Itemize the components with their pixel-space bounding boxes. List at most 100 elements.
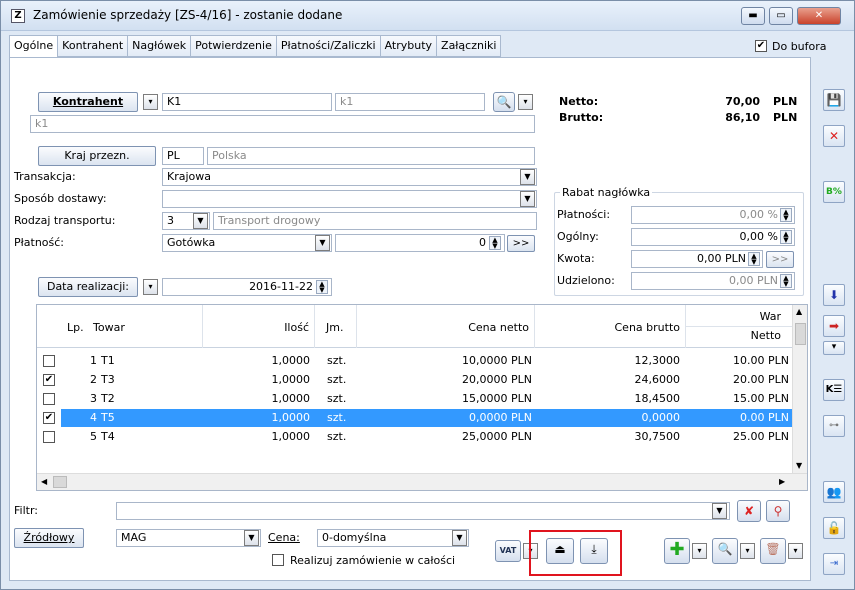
col-lp[interactable]: Lp.	[67, 321, 84, 334]
data-realizacji-menu[interactable]: ▾	[143, 279, 158, 295]
discount-icon[interactable]: B%	[823, 181, 845, 203]
maximize-button[interactable]: ▭	[769, 7, 793, 25]
data-realizacji-field[interactable]: 2016-11-22	[162, 278, 332, 296]
add-icon[interactable]: ✚	[664, 538, 690, 564]
horizontal-scroll-thumb[interactable]	[53, 476, 67, 488]
col-jm[interactable]: Jm.	[326, 321, 343, 334]
data-realizacji-button[interactable]: Data realizacji:	[38, 277, 138, 297]
kontrahent-button[interactable]: Kontrahent	[38, 92, 138, 112]
col-wartosc-netto[interactable]: Netto	[737, 329, 781, 342]
kontrahent-code-secondary[interactable]: k1	[335, 93, 485, 111]
tab-kontrahent[interactable]: Kontrahent	[58, 35, 129, 57]
export-document-icon[interactable]: ➡	[823, 315, 845, 337]
do-bufora-checkbox[interactable]: ✔	[755, 40, 767, 52]
cena-dropdown-icon[interactable]: ▼	[452, 530, 467, 546]
unlock-icon[interactable]: 🔓	[823, 517, 845, 539]
tab-platnosci[interactable]: Płatności/Zaliczki	[276, 35, 381, 57]
col-cena-netto[interactable]: Cena netto	[417, 321, 529, 334]
tab-potwierdzenie[interactable]: Potwierdzenie	[191, 35, 277, 57]
row-towar: T5	[101, 411, 115, 424]
table-row[interactable]: 3 T2 1,0000 szt. 15,0000 PLN 18,4500 15.…	[37, 390, 792, 408]
kontrahent-menu-button[interactable]: ▾	[143, 94, 158, 110]
platnosc-days-field[interactable]: 0	[335, 234, 505, 252]
rabat-platnosci-field[interactable]: 0,00 %	[631, 206, 795, 224]
scroll-right-icon[interactable]: ▶	[779, 477, 785, 486]
data-realizacji-spinner[interactable]: ▲ ▼	[316, 280, 328, 294]
rabat-platnosci-spinner[interactable]: ▲ ▼	[780, 208, 792, 222]
table-row[interactable]: 1 T1 1,0000 szt. 10,0000 PLN 12,3000 10.…	[37, 352, 792, 370]
magazyn-dropdown-icon[interactable]: ▼	[244, 530, 259, 546]
users-icon[interactable]: 👥	[823, 481, 845, 503]
zrodlowy-button[interactable]: Źródłowy	[14, 528, 84, 548]
filtr-clear-icon[interactable]: ✘	[737, 500, 761, 522]
table-row[interactable]: ✔ 2 T3 1,0000 szt. 20,0000 PLN 24,6000 2…	[37, 371, 792, 389]
tab-zalaczniki[interactable]: Załączniki	[437, 35, 502, 57]
rabat-kwota-spinner[interactable]: ▲ ▼	[748, 252, 760, 266]
col-ilosc[interactable]: Ilość	[227, 321, 309, 334]
vat-button[interactable]: VAT	[495, 540, 521, 562]
import-document-icon[interactable]: ⬇	[823, 284, 845, 306]
platnosc-dropdown-icon[interactable]: ▼	[315, 235, 330, 251]
add-menu[interactable]: ▾	[692, 543, 707, 559]
vertical-scrollbar[interactable]: ▲ ▼	[792, 305, 807, 473]
kraj-code-field[interactable]: PL	[162, 147, 204, 165]
close-window-button[interactable]: ✕	[797, 7, 841, 25]
delete-trash-icon[interactable]: 🗑	[760, 538, 786, 564]
rabat-ogolny-spinner[interactable]: ▲ ▼	[780, 230, 792, 244]
kontrahent-code-field[interactable]: K1	[162, 93, 332, 111]
save-icon[interactable]: 💾	[823, 89, 845, 111]
kontrahent-search-icon[interactable]: 🔍	[493, 92, 515, 112]
table-row-selected[interactable]: ✔ 4 T5 1,0000 szt. 0,0000 PLN 0,0000 0.0…	[37, 409, 792, 427]
scroll-left-icon[interactable]: ◀	[41, 477, 47, 486]
rabat-ogolny-field[interactable]: 0,00 %	[631, 228, 795, 246]
k-list-icon[interactable]: K☰	[823, 379, 845, 401]
rabat-kwota-field[interactable]: 0,00 PLN	[631, 250, 763, 268]
more-actions-icon[interactable]: ▾	[823, 341, 845, 355]
row-checkbox[interactable]	[43, 355, 55, 367]
sposob-dostawy-dropdown-icon[interactable]: ▼	[520, 191, 535, 207]
horizontal-scrollbar[interactable]: ◀ ▶	[37, 473, 807, 490]
kontrahent-search-menu[interactable]: ▾	[518, 94, 533, 110]
cancel-icon[interactable]: ✕	[823, 125, 845, 147]
minimize-button[interactable]: ▬	[741, 7, 765, 25]
vertical-scroll-thumb[interactable]	[795, 323, 806, 345]
filtr-input[interactable]	[116, 502, 730, 520]
preview-search-icon[interactable]: 🔍	[712, 538, 738, 564]
rabat-kwota-more-button[interactable]: >>	[766, 251, 794, 268]
rodzaj-transportu-label: Rodzaj transportu:	[14, 214, 116, 227]
tab-atrybuty[interactable]: Atrybuty	[380, 35, 438, 57]
kraj-name-field[interactable]: Polska	[207, 147, 535, 165]
transakcja-dropdown-icon[interactable]: ▼	[520, 169, 535, 185]
platnosc-days-spinner[interactable]: ▲ ▼	[489, 236, 501, 250]
table-row[interactable]: 5 T4 1,0000 szt. 25,0000 PLN 30,7500 25.…	[37, 428, 792, 446]
filtr-dropdown-icon[interactable]: ▼	[712, 503, 727, 519]
magazyn-select[interactable]: MAG	[116, 529, 261, 547]
col-cena-brutto[interactable]: Cena brutto	[567, 321, 681, 334]
row-checkbox[interactable]	[43, 393, 55, 405]
row-checkbox[interactable]: ✔	[43, 412, 55, 424]
tab-naglowek[interactable]: Nagłówek	[128, 35, 192, 57]
row-checkbox[interactable]	[43, 431, 55, 443]
link-icon[interactable]: ⊶	[823, 415, 845, 437]
scroll-up-icon[interactable]: ▲	[796, 307, 802, 316]
col-towar[interactable]: Towar	[93, 321, 125, 334]
tab-ogolne[interactable]: Ogólne	[9, 35, 59, 59]
col-wartosc[interactable]: War	[737, 310, 781, 323]
kontrahent-name-field[interactable]: k1	[30, 115, 535, 133]
row-checkbox[interactable]: ✔	[43, 374, 55, 386]
platnosc-more-button[interactable]: >>	[507, 235, 535, 252]
platnosc-select[interactable]: Gotówka	[162, 234, 332, 252]
preview-menu[interactable]: ▾	[740, 543, 755, 559]
scroll-down-icon[interactable]: ▼	[796, 461, 802, 470]
sposob-dostawy-select[interactable]	[162, 190, 537, 208]
cena-select[interactable]: 0-domyślna	[317, 529, 469, 547]
realizuj-checkbox[interactable]	[272, 554, 284, 566]
transakcja-select[interactable]: Krajowa	[162, 168, 537, 186]
filtr-settings-icon[interactable]: ⚲	[766, 500, 790, 522]
pin-icon[interactable]: ⇥	[823, 553, 845, 575]
rodzaj-transportu-dropdown-icon[interactable]: ▼	[193, 213, 208, 229]
delete-menu[interactable]: ▾	[788, 543, 803, 559]
rabat-udzielono-spinner[interactable]: ▲ ▼	[780, 274, 792, 288]
kraj-przezn-button[interactable]: Kraj przezn.	[38, 146, 156, 166]
row-cena-brutto: 24,6000	[634, 373, 681, 386]
